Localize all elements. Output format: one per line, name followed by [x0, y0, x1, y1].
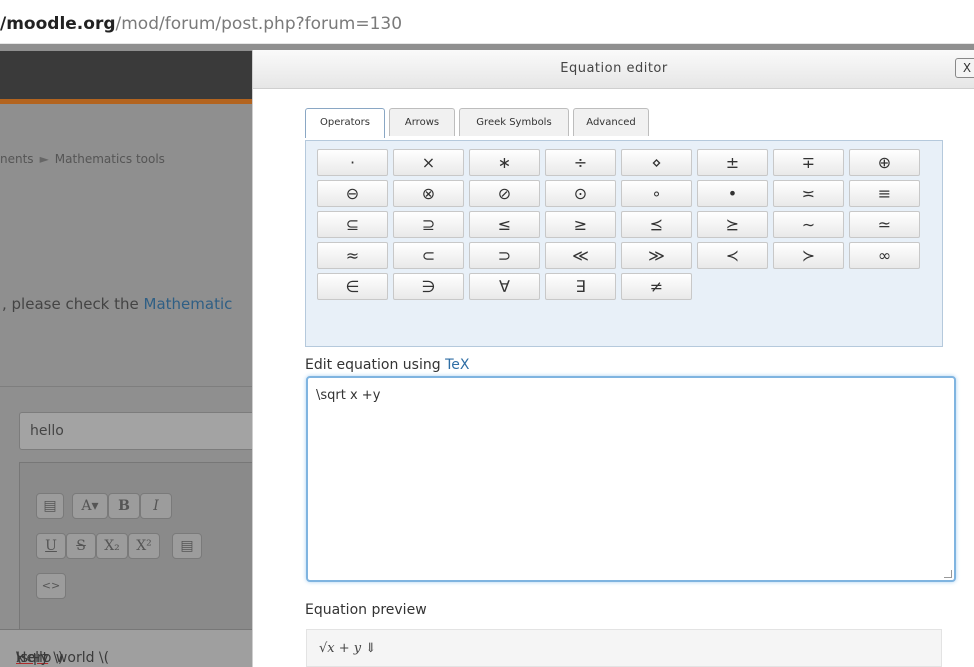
symbol-button[interactable]: ≪ — [545, 242, 616, 269]
url-path: /mod/forum/post.php?forum=130 — [115, 14, 403, 34]
symbol-button[interactable]: ⊆ — [317, 211, 388, 238]
subscript-button[interactable]: X₂ — [96, 533, 128, 559]
edit-label-prefix: Edit equation using — [305, 357, 446, 373]
tex-value: \sqrt x +y — [316, 388, 381, 403]
symbol-button[interactable]: ∓ — [773, 149, 844, 176]
symbol-button[interactable]: · — [317, 149, 388, 176]
underline-button[interactable]: U — [36, 533, 66, 559]
symbol-button[interactable]: ⊕ — [849, 149, 920, 176]
italic-button[interactable]: I — [140, 493, 172, 519]
symbol-button[interactable]: ≃ — [849, 211, 920, 238]
symbol-button[interactable]: ∋ — [393, 273, 464, 300]
tab-arrows[interactable]: Arrows — [389, 108, 455, 136]
tex-input[interactable]: \sqrt x +y — [306, 376, 956, 582]
header-accent-bar — [0, 99, 260, 104]
message-content[interactable]: Hello world \( \sqrt x +y \) — [0, 629, 260, 667]
resize-grip-icon[interactable] — [944, 570, 952, 578]
symbol-button[interactable]: ⊖ — [317, 180, 388, 207]
symbol-button[interactable]: ≺ — [697, 242, 768, 269]
symbol-button[interactable]: ⊃ — [469, 242, 540, 269]
symbol-button[interactable]: ∘ — [621, 180, 692, 207]
breadcrumb: nents ► Mathematics tools — [0, 152, 165, 166]
symbol-button[interactable]: ≫ — [621, 242, 692, 269]
symbol-panel: · × ∗ ÷ ⋄ ± ∓ ⊕ ⊖ ⊗ ⊘ ⊙ ∘ • ≍ ≡ ⊆ ⊇ ≤ ≥ ⪯ ⪰ ∼ ≃ ≈ ⊂ ⊃ ≪ ≫ ≺ ≻ ∞ ∈ ∋ ∀ ∃ ≠ — [305, 140, 943, 347]
message-suffix: x +y \) — [16, 650, 64, 666]
symbol-button[interactable]: ∀ — [469, 273, 540, 300]
symbol-button[interactable]: ± — [697, 149, 768, 176]
symbol-button[interactable]: ÷ — [545, 149, 616, 176]
symbol-button[interactable]: ≍ — [773, 180, 844, 207]
breadcrumb-item[interactable]: nents — [0, 152, 34, 166]
symbol-button[interactable]: ≤ — [469, 211, 540, 238]
subject-value: hello — [30, 423, 64, 439]
align-icon[interactable]: ▤ — [172, 533, 202, 559]
symbol-button[interactable]: ⋄ — [621, 149, 692, 176]
bold-button[interactable]: B — [108, 493, 140, 519]
symbol-button[interactable]: ⪰ — [697, 211, 768, 238]
close-button[interactable]: X — [955, 58, 974, 78]
dialog-title: Equation editor — [560, 61, 668, 76]
divider — [0, 386, 260, 387]
strikethrough-button[interactable]: S — [66, 533, 96, 559]
symbol-button[interactable]: ≡ — [849, 180, 920, 207]
url-host: /moodle.org — [0, 14, 116, 34]
symbol-button[interactable]: ≈ — [317, 242, 388, 269]
preview-rendered: √x + y ⇓ — [319, 641, 377, 656]
equation-preview-label: Equation preview — [305, 602, 427, 618]
html-source-button[interactable]: <> — [36, 573, 66, 599]
browser-url-bar[interactable]: /moodle.org/mod/forum/post.php?forum=130 — [0, 0, 974, 44]
breadcrumb-item[interactable]: Mathematics tools — [55, 152, 165, 166]
font-color-button[interactable]: A▾ — [72, 493, 108, 519]
symbol-button[interactable]: ⊗ — [393, 180, 464, 207]
equation-editor-dialog: Equation editor X Operators Arrows Greek… — [252, 50, 974, 667]
breadcrumb-separator: ► — [39, 152, 49, 166]
notice-prefix: , please check the — [2, 295, 144, 313]
symbol-button[interactable]: ∼ — [773, 211, 844, 238]
symbol-button[interactable]: × — [393, 149, 464, 176]
symbol-button[interactable]: ≠ — [621, 273, 692, 300]
symbol-button[interactable]: ∈ — [317, 273, 388, 300]
symbol-button[interactable]: ∞ — [849, 242, 920, 269]
symbol-button[interactable]: ⊙ — [545, 180, 616, 207]
tab-operators[interactable]: Operators — [305, 108, 385, 138]
symbol-button[interactable]: ∗ — [469, 149, 540, 176]
symbol-button[interactable]: ≥ — [545, 211, 616, 238]
symbol-button[interactable]: ∃ — [545, 273, 616, 300]
equation-preview: √x + y ⇓ — [306, 629, 942, 667]
tex-help-link[interactable]: TeX — [445, 357, 469, 373]
tab-greek-symbols[interactable]: Greek Symbols — [459, 108, 569, 136]
edit-equation-label: Edit equation using TeX — [305, 357, 469, 373]
notice-text: , please check the Mathematic — [2, 295, 232, 313]
url-text[interactable]: /moodle.org/mod/forum/post.php?forum=130 — [0, 14, 402, 34]
symbol-button[interactable]: • — [697, 180, 768, 207]
site-header — [0, 51, 260, 99]
symbol-button[interactable]: ⊇ — [393, 211, 464, 238]
tab-advanced[interactable]: Advanced — [573, 108, 649, 136]
table-icon[interactable]: ▤ — [36, 493, 64, 519]
symbol-button[interactable]: ⪯ — [621, 211, 692, 238]
superscript-button[interactable]: X² — [128, 533, 160, 559]
dialog-titlebar[interactable]: Equation editor X — [253, 50, 974, 89]
symbol-button[interactable]: ⊂ — [393, 242, 464, 269]
subject-input[interactable]: hello — [19, 412, 259, 450]
notice-link[interactable]: Mathematic — [144, 295, 233, 313]
symbol-button[interactable]: ⊘ — [469, 180, 540, 207]
symbol-button[interactable]: ≻ — [773, 242, 844, 269]
